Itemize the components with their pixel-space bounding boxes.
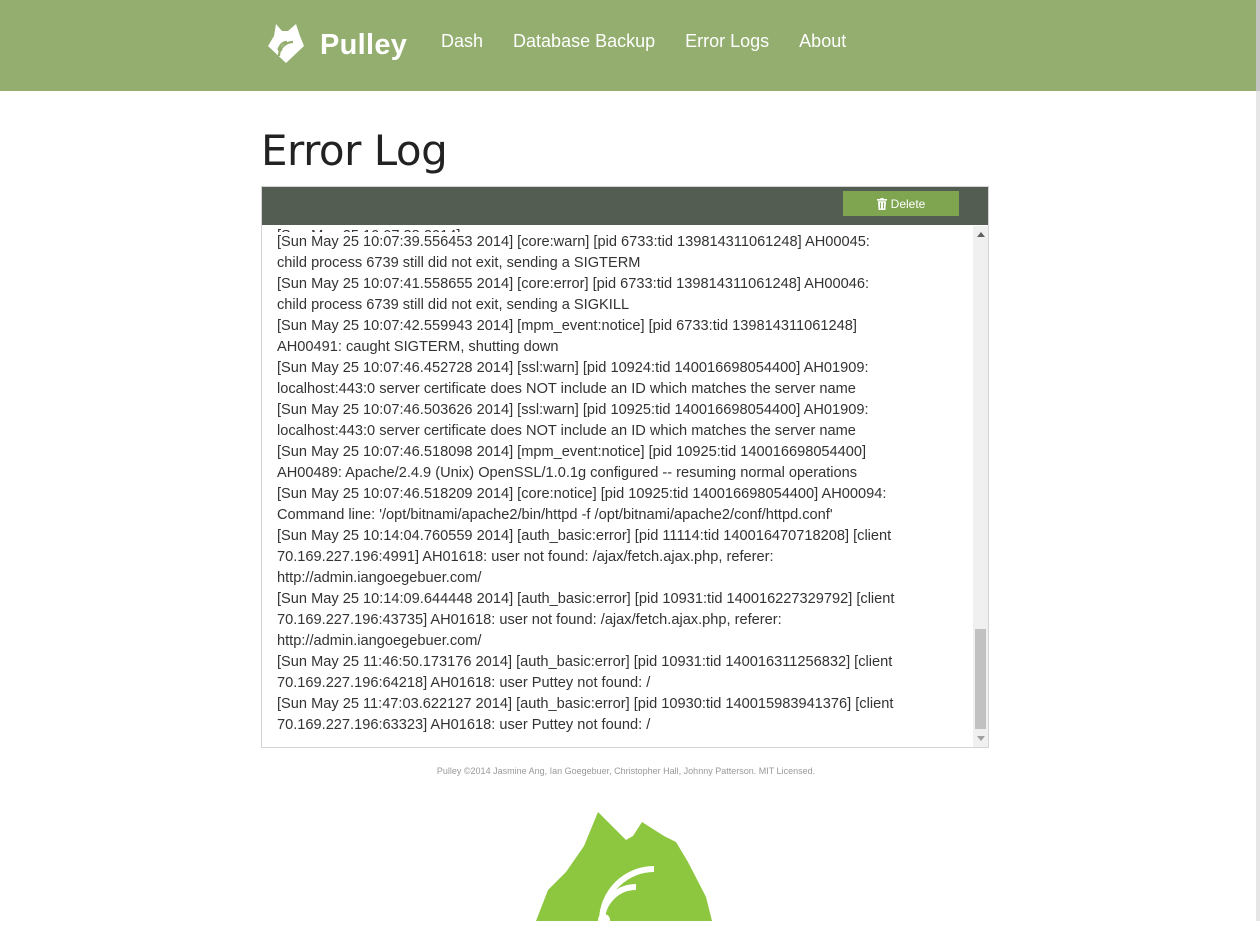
pulley-logo-large-icon xyxy=(536,812,716,925)
delete-button[interactable]: Delete xyxy=(843,191,959,216)
navbar: Pulley Dash Database Backup Error Logs A… xyxy=(0,0,1256,91)
nav-error-logs[interactable]: Error Logs xyxy=(685,31,769,52)
nav-links: Dash Database Backup Error Logs About xyxy=(441,31,876,52)
log-line: 70.169.227.196:64218] AH01618: user Putt… xyxy=(277,675,651,691)
nav-about[interactable]: About xyxy=(799,31,846,52)
nav-database-backup[interactable]: Database Backup xyxy=(513,31,655,52)
log-line: AH00489: Apache/2.4.9 (Unix) OpenSSL/1.0… xyxy=(277,465,858,481)
scroll-up-arrow-icon[interactable] xyxy=(977,232,985,237)
pulley-logo-icon xyxy=(266,22,306,68)
log-line: localhost:443:0 server certificate does … xyxy=(277,381,856,397)
brand-link[interactable]: Pulley xyxy=(266,24,407,66)
scroll-down-arrow-icon[interactable] xyxy=(977,736,985,741)
panel-header: Delete xyxy=(262,187,988,225)
log-line: [Sun May 25 10:07:41.558655 2014] [core:… xyxy=(277,276,870,292)
log-line: 70.169.227.196:4991] AH01618: user not f… xyxy=(277,549,774,565)
log-line: child process 6739 still did not exit, s… xyxy=(277,297,630,313)
brand-name: Pulley xyxy=(320,28,408,61)
error-log-panel: Delete [Sun May 25 10:07:38 2014] [Sun M… xyxy=(261,186,989,748)
page-scrollbar-thumb[interactable] xyxy=(1256,0,1260,91)
log-line: http://admin.iangoegebuer.com/ xyxy=(277,633,482,649)
log-line: 70.169.227.196:63323] AH01618: user Putt… xyxy=(277,717,651,733)
log-line: AH00491: caught SIGTERM, shutting down xyxy=(277,339,559,355)
log-line: [Sun May 25 10:07:46.452728 2014] [ssl:w… xyxy=(277,360,869,376)
trash-icon xyxy=(876,197,887,210)
log-line: [Sun May 25 11:47:03.622127 2014] [auth_… xyxy=(277,696,894,712)
log-line: 70.169.227.196:43735] AH01618: user not … xyxy=(277,612,782,628)
log-textarea[interactable]: [Sun May 25 10:07:38 2014] [Sun May 25 1… xyxy=(262,226,973,747)
log-line: localhost:443:0 server certificate does … xyxy=(277,423,856,439)
log-line: [Sun May 25 10:07:46.503626 2014] [ssl:w… xyxy=(277,402,869,418)
log-line: http://admin.iangoegebuer.com/ xyxy=(277,570,482,586)
log-scrollbar[interactable] xyxy=(973,226,988,747)
log-line: child process 6739 still did not exit, s… xyxy=(277,255,641,271)
log-line: Command line: '/opt/bitnami/apache2/bin/… xyxy=(277,507,833,523)
log-line: [Sun May 25 10:14:09.644448 2014] [auth_… xyxy=(277,591,895,607)
log-line: [Sun May 25 10:07:39.556453 2014] [core:… xyxy=(277,234,870,250)
log-line: [Sun May 25 10:07:46.518098 2014] [mpm_e… xyxy=(277,444,867,460)
footer-copyright: Pulley ©2014 Jasmine Ang, Ian Goegebuer,… xyxy=(436,766,816,776)
log-line: [Sun May 25 10:07:42.559943 2014] [mpm_e… xyxy=(277,318,857,334)
page-scrollbar[interactable] xyxy=(1256,0,1260,921)
log-content: [Sun May 25 10:07:38 2014] [Sun May 25 1… xyxy=(277,228,967,736)
log-line: [Sun May 25 10:07:46.518209 2014] [core:… xyxy=(277,486,887,502)
delete-label: Delete xyxy=(890,196,926,211)
log-scrollbar-thumb[interactable] xyxy=(975,629,986,729)
log-line: [Sun May 25 10:14:04.760559 2014] [auth_… xyxy=(277,528,892,544)
nav-dash[interactable]: Dash xyxy=(441,31,483,52)
page-title: Error Log xyxy=(261,126,448,175)
log-line: [Sun May 25 11:46:50.173176 2014] [auth_… xyxy=(277,654,893,670)
